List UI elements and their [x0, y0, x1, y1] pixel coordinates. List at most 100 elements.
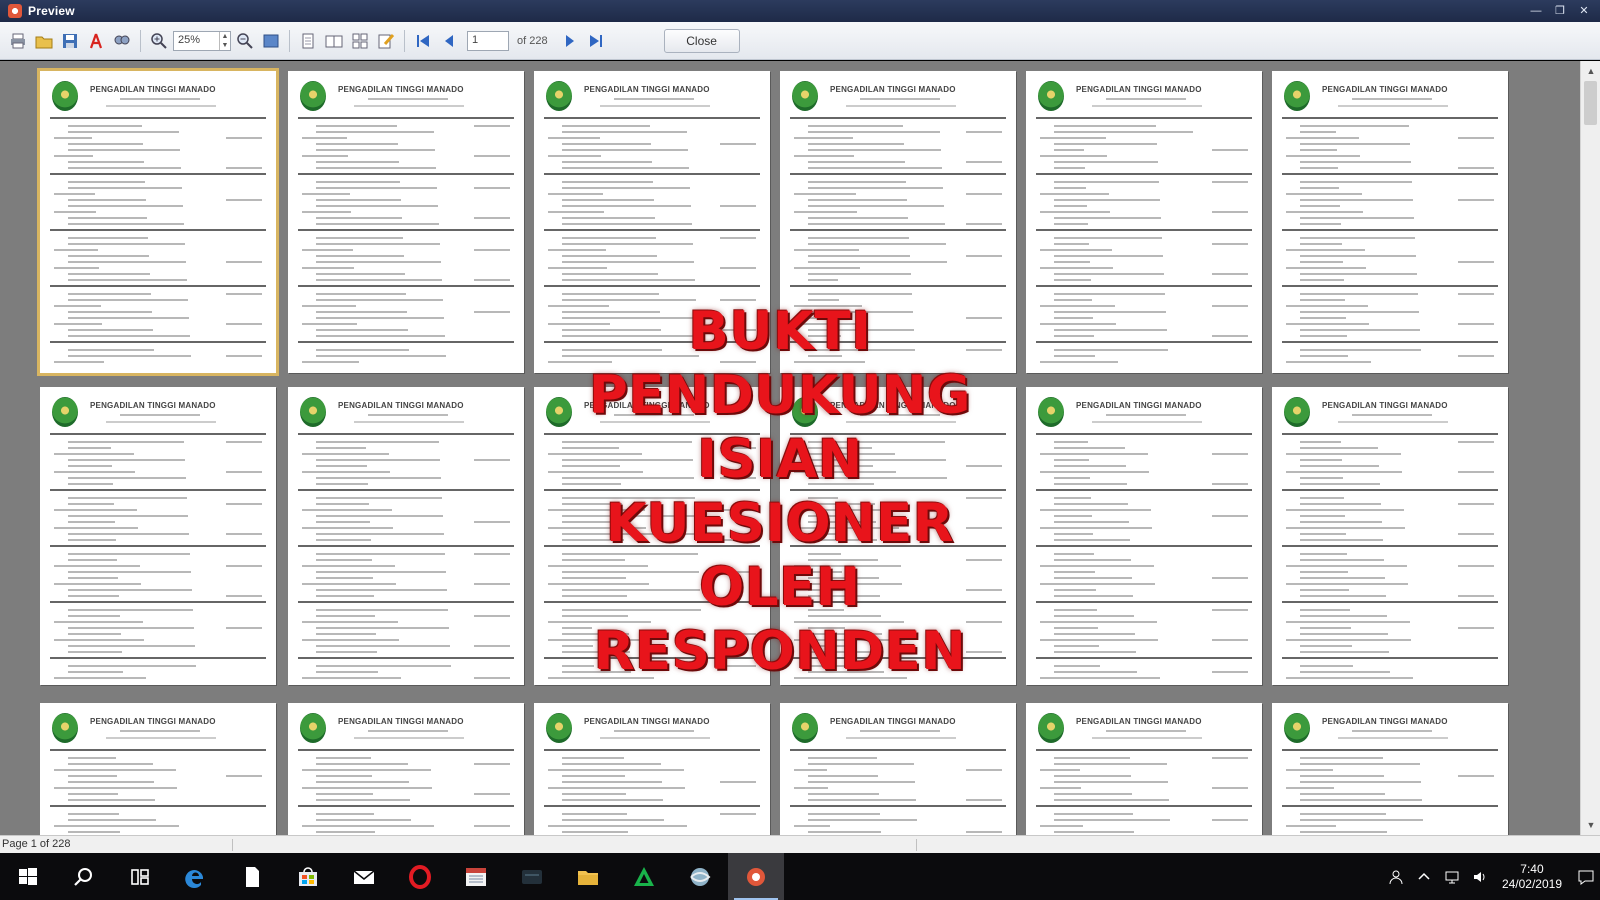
minimize-button[interactable]: —: [1526, 3, 1546, 19]
text-line: [548, 211, 604, 213]
text-line: [316, 497, 442, 499]
page-thumbnail[interactable]: PENGADILAN TINGGI MANADO: [40, 703, 276, 835]
vertical-scrollbar[interactable]: ▲ ▼: [1580, 61, 1600, 835]
taskbar-calendar-app[interactable]: [448, 853, 504, 900]
text-line: [1054, 539, 1130, 541]
zoom-select[interactable]: 25% ▲ ▼: [173, 30, 231, 51]
text-line: [1040, 565, 1154, 567]
scroll-down-icon[interactable]: ▼: [1581, 817, 1600, 833]
scroll-thumb[interactable]: [1584, 81, 1597, 125]
taskbar-store[interactable]: [280, 853, 336, 900]
save-button[interactable]: [58, 29, 82, 53]
section-divider: [298, 285, 514, 287]
section-divider: [1036, 657, 1252, 659]
page-subtitle-line: [368, 98, 448, 100]
pdf-export-button[interactable]: [84, 29, 108, 53]
close-window-button[interactable]: ✕: [1574, 3, 1594, 19]
text-line: [54, 155, 93, 157]
page-thumbnail[interactable]: PENGADILAN TINGGI MANADO: [1272, 71, 1508, 373]
taskbar-file-explorer[interactable]: [560, 853, 616, 900]
text-line: [808, 757, 877, 759]
taskbar-green-app[interactable]: [616, 853, 672, 900]
text-line: [68, 299, 188, 301]
first-page-button[interactable]: [411, 29, 435, 53]
text-line: [316, 577, 373, 579]
text-line: [302, 323, 357, 325]
tray-network[interactable]: [1438, 853, 1466, 900]
open-button[interactable]: [32, 29, 56, 53]
scroll-up-icon[interactable]: ▲: [1581, 63, 1600, 79]
page-thumbnail[interactable]: PENGADILAN TINGGI MANADO: [40, 387, 276, 685]
page-thumbnail[interactable]: PENGADILAN TINGGI MANADO: [534, 703, 770, 835]
tray-overflow[interactable]: [1410, 853, 1438, 900]
page-thumbnail[interactable]: PENGADILAN TINGGI MANADO: [1026, 703, 1262, 835]
page-subtitle-line: [1092, 421, 1202, 423]
section-divider: [1282, 173, 1498, 175]
taskbar-preview-app[interactable]: [728, 853, 784, 900]
page-thumbnail[interactable]: PENGADILAN TINGGI MANADO: [1272, 387, 1508, 685]
text-line: [316, 757, 371, 759]
court-logo-icon: [792, 81, 818, 111]
close-button[interactable]: Close: [663, 28, 740, 53]
section-divider: [50, 489, 266, 491]
text-line: [562, 781, 662, 783]
page-thumbnail[interactable]: PENGADILAN TINGGI MANADO: [288, 387, 524, 685]
page-thumbnail[interactable]: PENGADILAN TINGGI MANADO: [288, 71, 524, 373]
text-line: [966, 193, 1002, 195]
text-line: [1300, 589, 1349, 591]
text-line: [1054, 447, 1125, 449]
text-line: [68, 199, 146, 201]
text-line: [562, 125, 650, 127]
zoom-out-button[interactable]: [233, 29, 257, 53]
taskbar-terminal[interactable]: [504, 853, 560, 900]
find-button[interactable]: [110, 29, 134, 53]
text-line: [226, 137, 262, 139]
taskbar-edge[interactable]: [168, 853, 224, 900]
zoom-in-button[interactable]: [147, 29, 171, 53]
page-thumbnail[interactable]: PENGADILAN TINGGI MANADO: [1272, 703, 1508, 835]
next-page-button[interactable]: [558, 29, 582, 53]
app-icon: [8, 4, 22, 18]
text-line: [68, 553, 190, 555]
text-line: [808, 131, 940, 133]
page-thumbnail[interactable]: PENGADILAN TINGGI MANADO: [288, 703, 524, 835]
page-thumbnail[interactable]: PENGADILAN TINGGI MANADO: [37, 68, 279, 376]
text-line: [1054, 615, 1134, 617]
taskbar-mail[interactable]: [336, 853, 392, 900]
text-line: [68, 503, 114, 505]
text-line: [1054, 205, 1087, 207]
two-pages-button[interactable]: [322, 29, 346, 53]
tray-notifications[interactable]: [1572, 853, 1600, 900]
court-logo-icon: [1038, 397, 1064, 427]
restore-button[interactable]: ❐: [1550, 3, 1570, 19]
section-divider: [1036, 433, 1252, 435]
fit-page-button[interactable]: [259, 29, 283, 53]
page-thumbnail[interactable]: PENGADILAN TINGGI MANADO: [1026, 387, 1262, 685]
taskbar-opera[interactable]: [392, 853, 448, 900]
edit-page-button[interactable]: [374, 29, 398, 53]
start-button[interactable]: [0, 853, 56, 900]
text-line: [1054, 335, 1094, 337]
tray-people[interactable]: [1382, 853, 1410, 900]
page-thumbnail[interactable]: PENGADILAN TINGGI MANADO: [780, 703, 1016, 835]
text-line: [562, 237, 656, 239]
taskbar-globe-app[interactable]: [672, 853, 728, 900]
print-button[interactable]: [6, 29, 30, 53]
single-page-button[interactable]: [296, 29, 320, 53]
text-line: [1458, 199, 1494, 201]
last-page-button[interactable]: [584, 29, 608, 53]
text-line: [474, 583, 510, 585]
tray-volume[interactable]: [1466, 853, 1494, 900]
prev-page-button[interactable]: [437, 29, 461, 53]
taskbar-clock[interactable]: 7:40 24/02/2019: [1502, 862, 1562, 892]
zoom-spinner[interactable]: ▲ ▼: [219, 31, 230, 50]
text-line: [1300, 799, 1422, 801]
page-subtitle-line: [1092, 105, 1202, 107]
task-view-button[interactable]: [112, 853, 168, 900]
taskbar-file[interactable]: [224, 853, 280, 900]
section-divider: [50, 601, 266, 603]
page-number-input[interactable]: 1: [467, 30, 509, 51]
page-thumbnail[interactable]: PENGADILAN TINGGI MANADO: [1026, 71, 1262, 373]
multi-pages-button[interactable]: [348, 29, 372, 53]
search-button[interactable]: [56, 853, 112, 900]
